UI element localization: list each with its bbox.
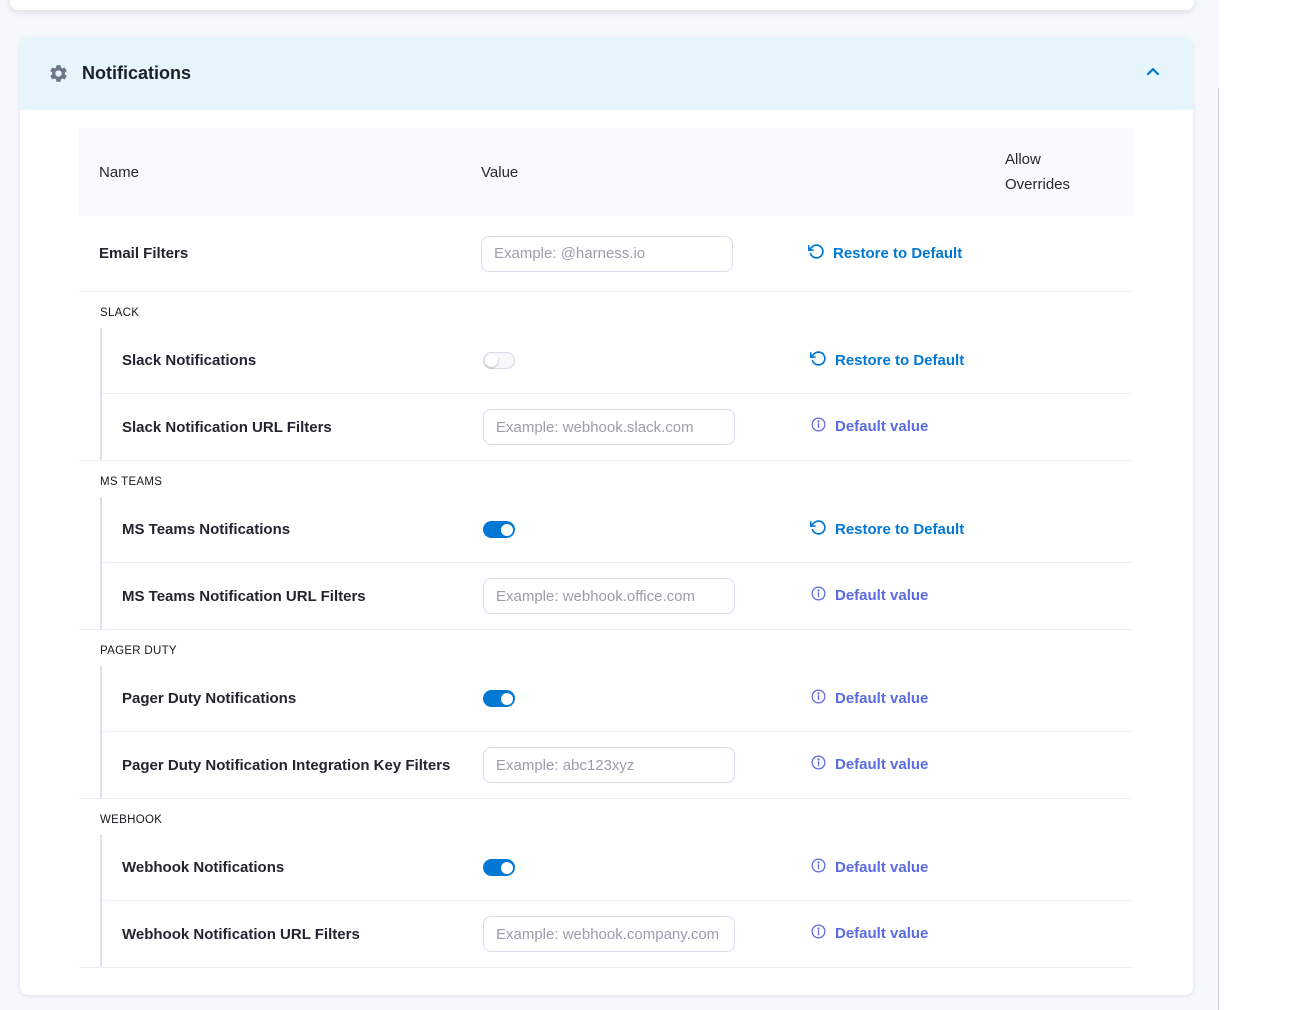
table-row-email-filters: Email Filters Restore to Default [79,216,1133,292]
group-label: PAGER DUTY [79,645,1133,657]
restore-icon [808,243,825,264]
table-row-pager-duty-key-filters: Pager Duty Notification Integration Key … [102,732,1133,798]
default-value-link[interactable]: Default value [810,416,928,437]
restore-icon [810,519,827,540]
settings-group-pager-duty: PAGER DUTY Pager Duty Notifications Defa… [79,630,1133,799]
setting-label: Webhook Notifications [102,859,483,876]
group-label: MS TEAMS [79,476,1133,488]
info-icon [810,754,827,775]
restore-to-default-link[interactable]: Restore to Default [808,243,962,264]
setting-label: Email Filters [79,245,481,262]
setting-label: Slack Notifications [102,352,483,369]
group-label: SLACK [79,307,1133,319]
setting-label: Slack Notification URL Filters [102,419,483,436]
table-row-slack-url-filters: Slack Notification URL Filters Default v… [102,394,1133,460]
restore-icon [810,350,827,371]
default-value-link[interactable]: Default value [810,754,928,775]
group-label: WEBHOOK [79,814,1133,826]
table-row-webhook-url-filters: Webhook Notification URL Filters Default… [102,901,1133,967]
default-value-link[interactable]: Default value [810,857,928,878]
info-icon [810,416,827,437]
info-icon [810,923,827,944]
restore-to-default-link[interactable]: Restore to Default [810,350,964,371]
panel-title: Notifications [82,63,191,84]
previous-section-card-edge [10,0,1194,10]
gear-icon [48,63,69,84]
table-row-ms-teams-url-filters: MS Teams Notification URL Filters Defaul… [102,563,1133,629]
table-row-webhook-notifications: Webhook Notifications Default value [102,835,1133,901]
table-row-pager-duty-notifications: Pager Duty Notifications Default value [102,666,1133,732]
setting-label: MS Teams Notifications [102,521,483,538]
info-icon [810,688,827,709]
info-icon [810,857,827,878]
collapse-section-button[interactable] [1141,62,1165,86]
info-icon [810,585,827,606]
default-value-link[interactable]: Default value [810,923,928,944]
email-filters-input[interactable] [481,236,733,272]
right-background-strip [1219,0,1300,1010]
settings-table: Name Value Allow Overrides Email Filters… [20,110,1193,968]
pager-duty-key-filters-input[interactable] [483,747,735,783]
webhook-notifications-toggle[interactable] [483,859,515,876]
slack-notifications-toggle[interactable] [483,352,515,369]
column-header-allow-overrides: Allow Overrides [1005,147,1087,197]
ms-teams-url-filters-input[interactable] [483,578,735,614]
vertical-divider [1218,88,1219,1010]
slack-url-filters-input[interactable] [483,409,735,445]
restore-to-default-link[interactable]: Restore to Default [810,519,964,540]
table-row-slack-notifications: Slack Notifications Restore to Default [102,328,1133,394]
setting-label: Webhook Notification URL Filters [102,926,483,943]
settings-group-slack: SLACK Slack Notifications Restore to Def… [79,292,1133,461]
table-header-row: Name Value Allow Overrides [79,128,1133,216]
settings-group-ms-teams: MS TEAMS MS Teams Notifications Restore … [79,461,1133,630]
setting-label: Pager Duty Notification Integration Key … [102,757,483,774]
setting-label: MS Teams Notification URL Filters [102,588,483,605]
ms-teams-notifications-toggle[interactable] [483,521,515,538]
setting-label: Pager Duty Notifications [102,690,483,707]
pager-duty-notifications-toggle[interactable] [483,690,515,707]
column-header-value: Value [481,160,808,185]
default-value-link[interactable]: Default value [810,585,928,606]
settings-group-webhook: WEBHOOK Webhook Notifications Default va… [79,799,1133,968]
notifications-panel-header[interactable]: Notifications [20,37,1193,110]
chevron-up-icon [1143,62,1163,85]
webhook-url-filters-input[interactable] [483,916,735,952]
default-value-link[interactable]: Default value [810,688,928,709]
column-header-name: Name [79,160,481,185]
notifications-panel: Notifications Name Value Allow Overrides… [20,37,1193,995]
table-row-ms-teams-notifications: MS Teams Notifications Restore to Defaul… [102,497,1133,563]
